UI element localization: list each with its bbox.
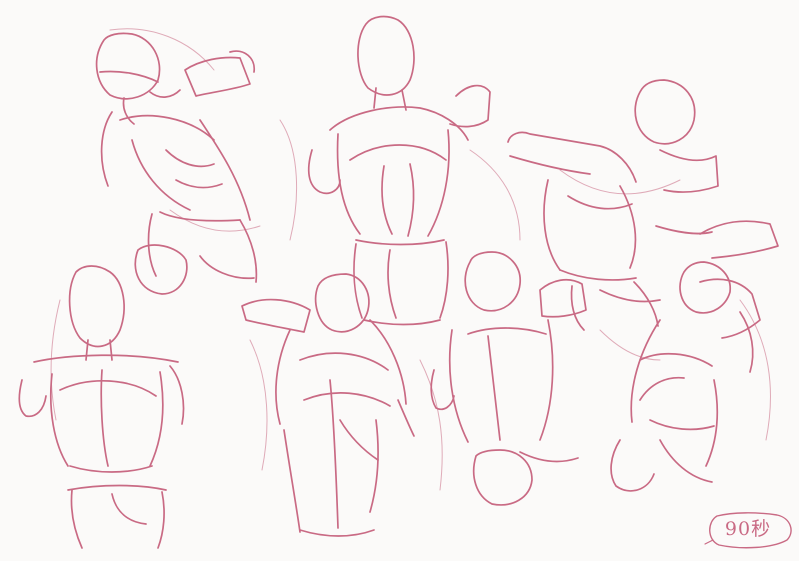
figure-sketches — [18, 15, 779, 549]
torso-sketch-top-center — [307, 15, 491, 326]
sketchbook-page: 90秒 — [0, 0, 799, 561]
construction-lines — [50, 28, 771, 491]
torso-sketch-bottom-center-left — [241, 273, 415, 537]
pencil-strokes — [18, 15, 779, 549]
torso-sketch-bottom-center-right — [430, 251, 587, 506]
torso-sketch-bottom-right — [610, 261, 761, 492]
torso-sketch-top-right — [507, 79, 779, 331]
torso-sketch-bottom-left — [18, 265, 185, 549]
torso-sketch-top-left — [95, 32, 258, 295]
time-annotation: 90秒 — [724, 518, 772, 540]
